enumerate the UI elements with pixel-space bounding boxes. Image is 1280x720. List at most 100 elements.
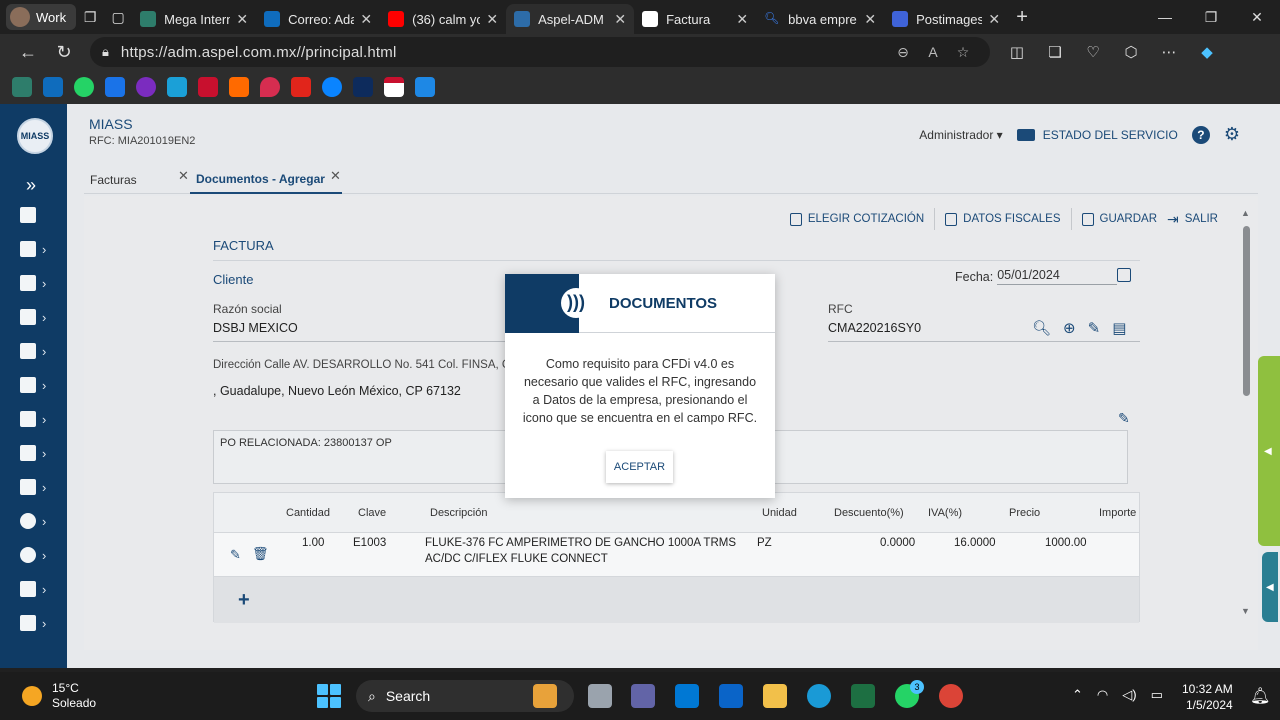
excel-icon[interactable] — [851, 684, 875, 708]
amazon-icon[interactable] — [229, 77, 249, 97]
edit-icon[interactable]: ✎ — [230, 547, 241, 563]
maximize-icon[interactable]: ❐ — [1188, 9, 1234, 26]
favorite-site-icon[interactable] — [105, 77, 125, 97]
sidebar-item-users[interactable]: › — [20, 544, 60, 566]
tab-mega[interactable]: Mega Intern ✕ — [132, 4, 256, 34]
whatsapp-icon[interactable] — [74, 77, 94, 97]
guardar-button[interactable]: GUARDAR — [1081, 212, 1157, 226]
tab-postimages[interactable]: Postimages ✕ — [884, 4, 1008, 34]
tab-aspel[interactable]: Aspel-ADM ✕ — [506, 4, 635, 34]
sidebar-item-basket[interactable]: › — [20, 578, 60, 600]
cisco-icon[interactable] — [167, 77, 187, 97]
back-icon[interactable]: ← — [10, 37, 46, 67]
sidebar-item-documents[interactable]: › — [20, 476, 60, 498]
more-icon[interactable]: ⋯ — [1150, 43, 1188, 61]
sidebar-item-payments[interactable]: › — [20, 374, 60, 396]
task-view-icon[interactable] — [588, 684, 612, 708]
read-aloud-icon[interactable]: A — [918, 44, 948, 60]
chrome-icon[interactable] — [939, 684, 963, 708]
add-user-icon[interactable]: ⊕ — [1063, 319, 1076, 337]
close-icon[interactable]: ✕ — [864, 11, 876, 28]
scroll-up-icon[interactable]: ▲ — [1241, 208, 1250, 218]
sidebar-item-billing[interactable]: › — [20, 272, 60, 294]
validate-rfc-icon[interactable]: ▤ — [1112, 319, 1126, 337]
health-icon[interactable]: ♡ — [1074, 43, 1112, 61]
user-menu[interactable]: Administrador ▾ — [919, 128, 1002, 142]
windows-start-icon[interactable] — [317, 684, 341, 708]
trash-icon[interactable]: 🗑︎ — [252, 546, 269, 562]
sidebar-item-cart[interactable]: › — [20, 442, 60, 464]
close-icon[interactable]: ✕ — [330, 168, 341, 184]
side-panel-tab-2[interactable]: ◀ — [1262, 552, 1278, 622]
razon-social-field[interactable]: DSBJ MEXICO — [213, 321, 298, 335]
store-icon[interactable] — [675, 684, 699, 708]
edit-user-icon[interactable]: ✎ — [1088, 319, 1101, 337]
tab-facturas[interactable]: Facturas ✕ — [84, 166, 189, 194]
sidebar-item-dashboard[interactable] — [20, 204, 60, 226]
sidebar-item-groups[interactable]: › — [20, 612, 60, 634]
volume-icon[interactable]: ◁) — [1122, 687, 1136, 703]
copilot-icon[interactable]: ◆ — [1188, 43, 1226, 61]
folder-icon[interactable] — [763, 684, 787, 708]
add-row-icon[interactable]: + — [238, 589, 250, 612]
favorite-site-icon[interactable] — [384, 77, 404, 97]
tab-factura[interactable]: Factura ✕ — [634, 4, 756, 34]
favorite-star-icon[interactable]: ☆ — [948, 44, 978, 61]
tab-youtube[interactable]: (36) calm yo ✕ — [380, 4, 506, 34]
favorite-site-icon[interactable] — [136, 77, 156, 97]
datos-fiscales-button[interactable]: DATOS FISCALES — [945, 212, 1061, 226]
calendar-icon[interactable] — [1117, 268, 1131, 282]
table-row[interactable]: ✎ 🗑︎ 1.00 E1003 FLUKE-376 FC AMPERIMETRO… — [214, 533, 1139, 577]
close-icon[interactable]: ✕ — [988, 11, 1000, 28]
new-tab-icon[interactable]: + — [1008, 3, 1036, 31]
elegir-cotizacion-button[interactable]: ELEGIR COTIZACIÓN — [789, 212, 924, 226]
minimize-icon[interactable]: — — [1142, 9, 1188, 26]
search-highlight-icon[interactable] — [533, 684, 557, 708]
huawei-icon[interactable] — [291, 77, 311, 97]
close-icon[interactable]: ✕ — [360, 11, 372, 28]
scroll-down-icon[interactable]: ▼ — [1241, 606, 1250, 616]
map-pin-icon[interactable] — [260, 77, 280, 97]
service-status-button[interactable]: ESTADO DEL SERVICIO — [1016, 128, 1178, 142]
edge-icon[interactable] — [807, 684, 831, 708]
sidebar-item-calculator[interactable]: › — [20, 408, 60, 430]
tab-correo[interactable]: Correo: Ada ✕ — [256, 4, 380, 34]
sidebar-expand-icon[interactable]: » — [20, 174, 60, 196]
battery-icon[interactable]: ▭ — [1151, 687, 1163, 703]
split-screen-icon[interactable]: ◫ — [998, 43, 1036, 61]
close-window-icon[interactable]: ✕ — [1234, 9, 1280, 26]
tab-documentos-agregar[interactable]: Documentos - Agregar ✕ — [190, 166, 342, 194]
sidebar-item-home[interactable]: › — [20, 340, 60, 362]
close-icon[interactable]: ✕ — [614, 11, 626, 28]
scrollbar-thumb[interactable] — [1243, 226, 1250, 396]
sidebar-item-customers[interactable]: › — [20, 306, 60, 328]
teams-icon[interactable] — [631, 684, 655, 708]
gear-icon[interactable]: ⚙ — [1224, 124, 1240, 145]
sidebar-item-reports[interactable]: › — [20, 238, 60, 260]
close-icon[interactable]: ✕ — [736, 11, 748, 28]
sidebar-item-currency[interactable]: › — [20, 510, 60, 532]
favorite-site-icon[interactable] — [415, 77, 435, 97]
tab-bbva[interactable]: 🔍︎ bbva empre ✕ — [756, 4, 884, 34]
weather-widget[interactable]: 15°C Soleado — [22, 681, 96, 711]
workspaces-icon[interactable]: ❐ — [76, 3, 104, 31]
zoom-icon[interactable]: ⊖ — [888, 44, 918, 61]
rfc-field[interactable]: CMA220216SY0 — [828, 321, 921, 335]
fecha-value[interactable]: 05/01/2024 — [997, 268, 1118, 285]
profile-button[interactable]: Work — [6, 4, 77, 30]
help-icon[interactable]: ? — [1191, 125, 1210, 144]
tab-actions-icon[interactable]: ▢ — [104, 3, 132, 31]
close-icon[interactable]: ✕ — [236, 11, 248, 28]
address-bar[interactable]: 🔒︎ https://adm.aspel.com.mx//principal.h… — [90, 37, 990, 67]
side-panel-tab[interactable]: ◀ — [1258, 356, 1280, 546]
outlook-icon[interactable] — [43, 77, 63, 97]
mail-icon[interactable] — [719, 684, 743, 708]
notification-bell-icon[interactable]: 🔔︎ — [1250, 686, 1270, 706]
aceptar-button[interactable]: ACEPTAR — [606, 451, 673, 483]
favorite-site-icon[interactable] — [353, 77, 373, 97]
close-icon[interactable]: ✕ — [178, 168, 189, 184]
close-icon[interactable]: ✕ — [486, 11, 498, 28]
fecha-field[interactable]: Fecha: 05/01/2024 — [955, 268, 1118, 285]
salir-button[interactable]: ⇥ SALIR — [1167, 211, 1218, 228]
refresh-icon[interactable]: ↻ — [46, 37, 82, 67]
